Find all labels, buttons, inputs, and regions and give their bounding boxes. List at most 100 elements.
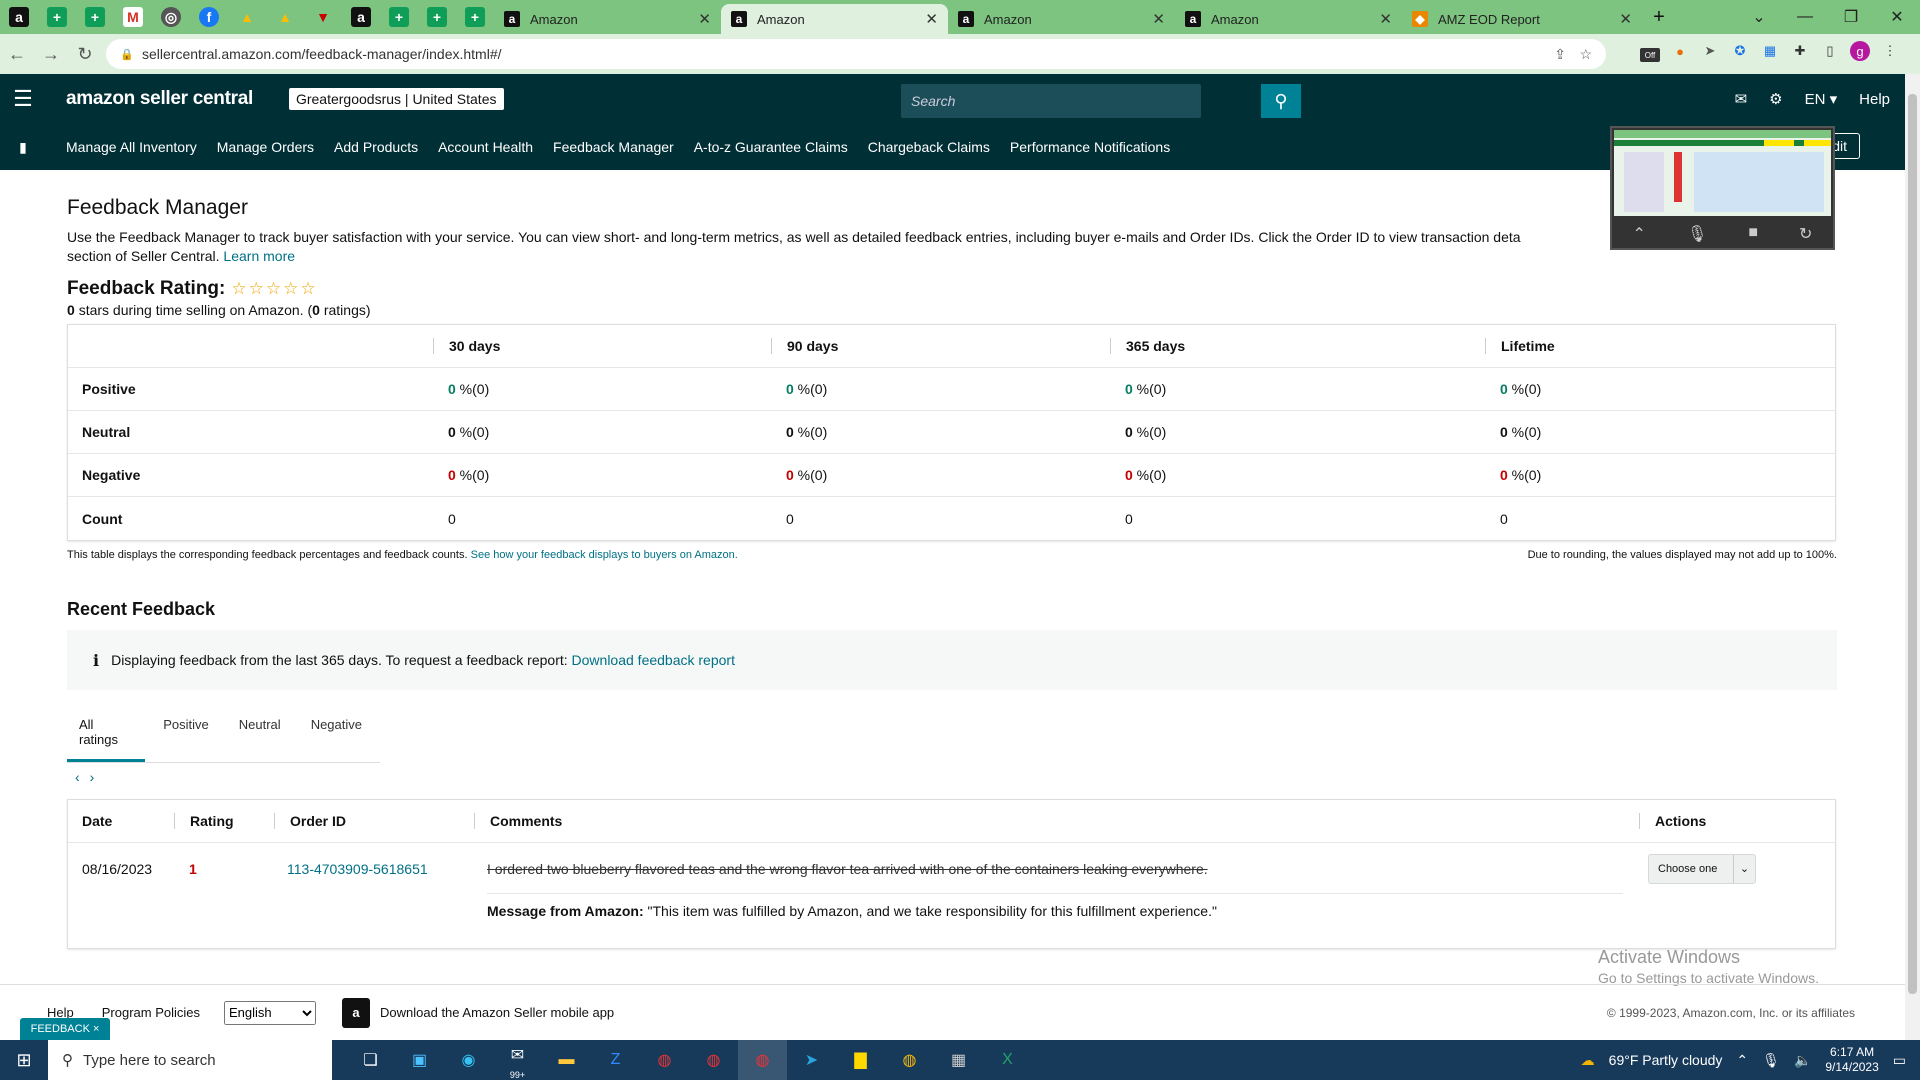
- puzzle-icon[interactable]: ✚: [1790, 41, 1810, 61]
- pinned-tab[interactable]: a: [342, 0, 380, 34]
- sidebar-icon[interactable]: ▯: [1820, 41, 1840, 61]
- notification-icon[interactable]: ▭: [1893, 1052, 1906, 1069]
- zoom-icon[interactable]: Z: [591, 1040, 640, 1080]
- extension-icon[interactable]: ●: [1670, 41, 1690, 61]
- pinned-tab[interactable]: +: [76, 0, 114, 34]
- nav-add-products[interactable]: Add Products: [334, 139, 418, 155]
- chevron-up-icon[interactable]: ⌃: [1633, 224, 1646, 244]
- mail-icon[interactable]: ✉ 99+: [493, 1040, 542, 1080]
- share-icon[interactable]: ⇪: [1554, 46, 1566, 63]
- browser-tab[interactable]: a Amazon ✕: [494, 4, 721, 34]
- clock[interactable]: 6:17 AM 9/14/2023: [1825, 1045, 1878, 1075]
- tab-positive[interactable]: Positive: [151, 708, 221, 762]
- extension-icon[interactable]: ▦: [1760, 41, 1780, 61]
- mail-icon[interactable]: ✉: [1735, 90, 1748, 108]
- menu-icon[interactable]: ⋮: [1880, 41, 1900, 61]
- close-icon[interactable]: ✕: [925, 10, 938, 28]
- nav-performance-notifications[interactable]: Performance Notifications: [1010, 139, 1170, 155]
- seller-central-logo[interactable]: amazon seller central: [66, 88, 253, 110]
- windows-start-icon[interactable]: ⊞: [0, 1050, 48, 1071]
- chrome-icon[interactable]: ◍: [689, 1040, 738, 1080]
- edge-icon[interactable]: ◉: [444, 1040, 493, 1080]
- actions-dropdown[interactable]: Choose one ⌄: [1648, 854, 1756, 884]
- pinned-tab[interactable]: M: [114, 0, 152, 34]
- refresh-icon[interactable]: ↻: [1799, 224, 1812, 244]
- learn-more-link[interactable]: Learn more: [223, 248, 295, 264]
- star-icon[interactable]: ☆: [1579, 46, 1592, 63]
- chevron-left-icon[interactable]: ‹: [75, 769, 90, 785]
- telegram-icon[interactable]: ➤: [787, 1040, 836, 1080]
- calculator-icon[interactable]: ▦: [934, 1040, 983, 1080]
- task-view-icon[interactable]: ❏: [346, 1040, 395, 1080]
- close-icon[interactable]: ✕: [698, 10, 711, 28]
- tab-search-icon[interactable]: ⌄: [1736, 0, 1782, 34]
- tab-negative[interactable]: Negative: [299, 708, 374, 762]
- speaker-icon[interactable]: 🔈: [1794, 1052, 1811, 1069]
- language-selector[interactable]: EN ▾: [1805, 90, 1838, 108]
- profile-avatar[interactable]: g: [1850, 41, 1870, 61]
- chrome-icon[interactable]: ◍: [885, 1040, 934, 1080]
- pinned-tab[interactable]: ▲: [228, 0, 266, 34]
- help-link[interactable]: Help: [1859, 91, 1890, 108]
- chrome-icon[interactable]: ◍: [640, 1040, 689, 1080]
- order-id-link[interactable]: 113-4703909-5618651: [287, 861, 428, 877]
- nav-chargeback-claims[interactable]: Chargeback Claims: [868, 139, 990, 155]
- pinned-tab[interactable]: a: [0, 0, 38, 34]
- chevron-up-icon[interactable]: ⌃: [1736, 1052, 1748, 1069]
- close-window-button[interactable]: ✕: [1874, 0, 1920, 34]
- url-bar[interactable]: 🔒 sellercentral.amazon.com/feedback-mana…: [106, 39, 1606, 69]
- nav-manage-orders[interactable]: Manage Orders: [217, 139, 314, 155]
- mic-icon[interactable]: 🎙: [1762, 1052, 1780, 1069]
- sticky-notes-icon[interactable]: ▇: [836, 1040, 885, 1080]
- page-scrollbar[interactable]: [1905, 74, 1920, 1040]
- close-icon[interactable]: ✕: [1152, 10, 1165, 28]
- extension-icon[interactable]: ✪: [1730, 41, 1750, 61]
- tab-all-ratings[interactable]: All ratings: [67, 708, 146, 762]
- search-input[interactable]: Search: [901, 84, 1201, 118]
- mic-muted-icon[interactable]: 🎙: [1687, 224, 1707, 244]
- file-explorer-icon[interactable]: ▬: [542, 1040, 591, 1080]
- nav-a-to-z-claims[interactable]: A-to-z Guarantee Claims: [694, 139, 848, 155]
- scrollbar-thumb[interactable]: [1908, 94, 1917, 994]
- footer-language-select[interactable]: English: [224, 1000, 317, 1025]
- reload-icon[interactable]: ↻: [68, 44, 102, 65]
- camera-icon[interactable]: ■: [1748, 224, 1758, 244]
- feedback-tab-button[interactable]: FEEDBACK ×: [20, 1018, 110, 1040]
- gear-icon[interactable]: ⚙: [1769, 90, 1782, 108]
- close-icon[interactable]: ✕: [1379, 10, 1392, 28]
- hamburger-menu-icon[interactable]: ☰: [0, 86, 46, 112]
- extension-icon[interactable]: ➤: [1700, 41, 1720, 61]
- pinned-tab[interactable]: ◎: [152, 0, 190, 34]
- pinned-tab[interactable]: +: [418, 0, 456, 34]
- search-icon[interactable]: ⚲: [1261, 84, 1301, 118]
- nav-feedback-manager[interactable]: Feedback Manager: [553, 139, 674, 155]
- account-switcher[interactable]: Greatergoodsrus | United States: [288, 88, 504, 110]
- browser-tab[interactable]: ◆ AMZ EOD Report ✕: [1402, 4, 1642, 34]
- bookmark-icon[interactable]: ▮: [0, 139, 46, 156]
- forward-icon[interactable]: →: [34, 44, 68, 65]
- store-icon[interactable]: ▣: [395, 1040, 444, 1080]
- minimize-button[interactable]: —: [1782, 0, 1828, 34]
- tab-neutral[interactable]: Neutral: [227, 708, 293, 762]
- mobile-app-link[interactable]: a Download the Amazon Seller mobile app: [342, 997, 614, 1028]
- maximize-button[interactable]: ❐: [1828, 0, 1874, 34]
- browser-tab[interactable]: a Amazon ✕: [1175, 4, 1402, 34]
- off-extension-icon[interactable]: Off: [1640, 48, 1660, 62]
- browser-tab[interactable]: a Amazon ✕: [948, 4, 1175, 34]
- pinned-tab[interactable]: ▲: [266, 0, 304, 34]
- chrome-icon[interactable]: ◍: [738, 1040, 787, 1080]
- new-tab-button[interactable]: +: [1642, 0, 1676, 34]
- back-icon[interactable]: ←: [0, 44, 34, 65]
- close-icon[interactable]: ✕: [1619, 10, 1632, 28]
- pinned-tab[interactable]: +: [380, 0, 418, 34]
- pinned-tab[interactable]: f: [190, 0, 228, 34]
- weather-text[interactable]: 69°F Partly cloudy: [1609, 1052, 1723, 1068]
- excel-icon[interactable]: X: [983, 1040, 1032, 1080]
- pinned-tab[interactable]: +: [456, 0, 494, 34]
- pinned-tab[interactable]: ▼: [304, 0, 342, 34]
- feedback-display-link[interactable]: See how your feedback displays to buyers…: [471, 549, 738, 561]
- taskbar-search-input[interactable]: ⚲ Type here to search: [48, 1040, 332, 1080]
- pinned-tab[interactable]: +: [38, 0, 76, 34]
- screen-share-preview[interactable]: ⌃ 🎙 ■ ↻: [1610, 126, 1835, 250]
- browser-tab-active[interactable]: a Amazon ✕: [721, 4, 948, 34]
